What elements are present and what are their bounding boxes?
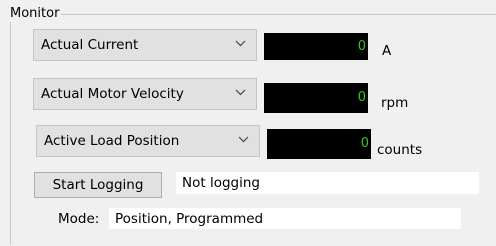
mode-value-field: Position, Programmed [109,208,461,229]
monitor-readout-2: 0 [264,83,368,113]
monitor-select-1-value: Actual Current [41,37,139,53]
monitor-title: Monitor [10,6,62,22]
monitor-select-2[interactable]: Actual Motor Velocity [33,78,257,110]
monitor-select-3-value: Active Load Position [44,133,180,149]
monitor-unit-1: A [382,43,392,59]
monitor-select-1[interactable]: Actual Current [33,29,257,61]
monitor-unit-2: rpm [381,95,409,111]
monitor-select-2-value: Actual Motor Velocity [41,86,184,102]
monitor-readout-3: 0 [267,129,371,159]
monitor-unit-3: counts [377,142,423,158]
chevron-down-icon [235,40,246,47]
chevron-down-icon [235,89,246,96]
logging-status-field: Not logging [176,172,479,194]
start-logging-button[interactable]: Start Logging [34,172,162,198]
chevron-down-icon [238,136,249,143]
mode-label: Mode: [58,211,100,227]
monitor-select-3[interactable]: Active Load Position [36,125,260,157]
monitor-readout-1: 0 [264,33,368,60]
